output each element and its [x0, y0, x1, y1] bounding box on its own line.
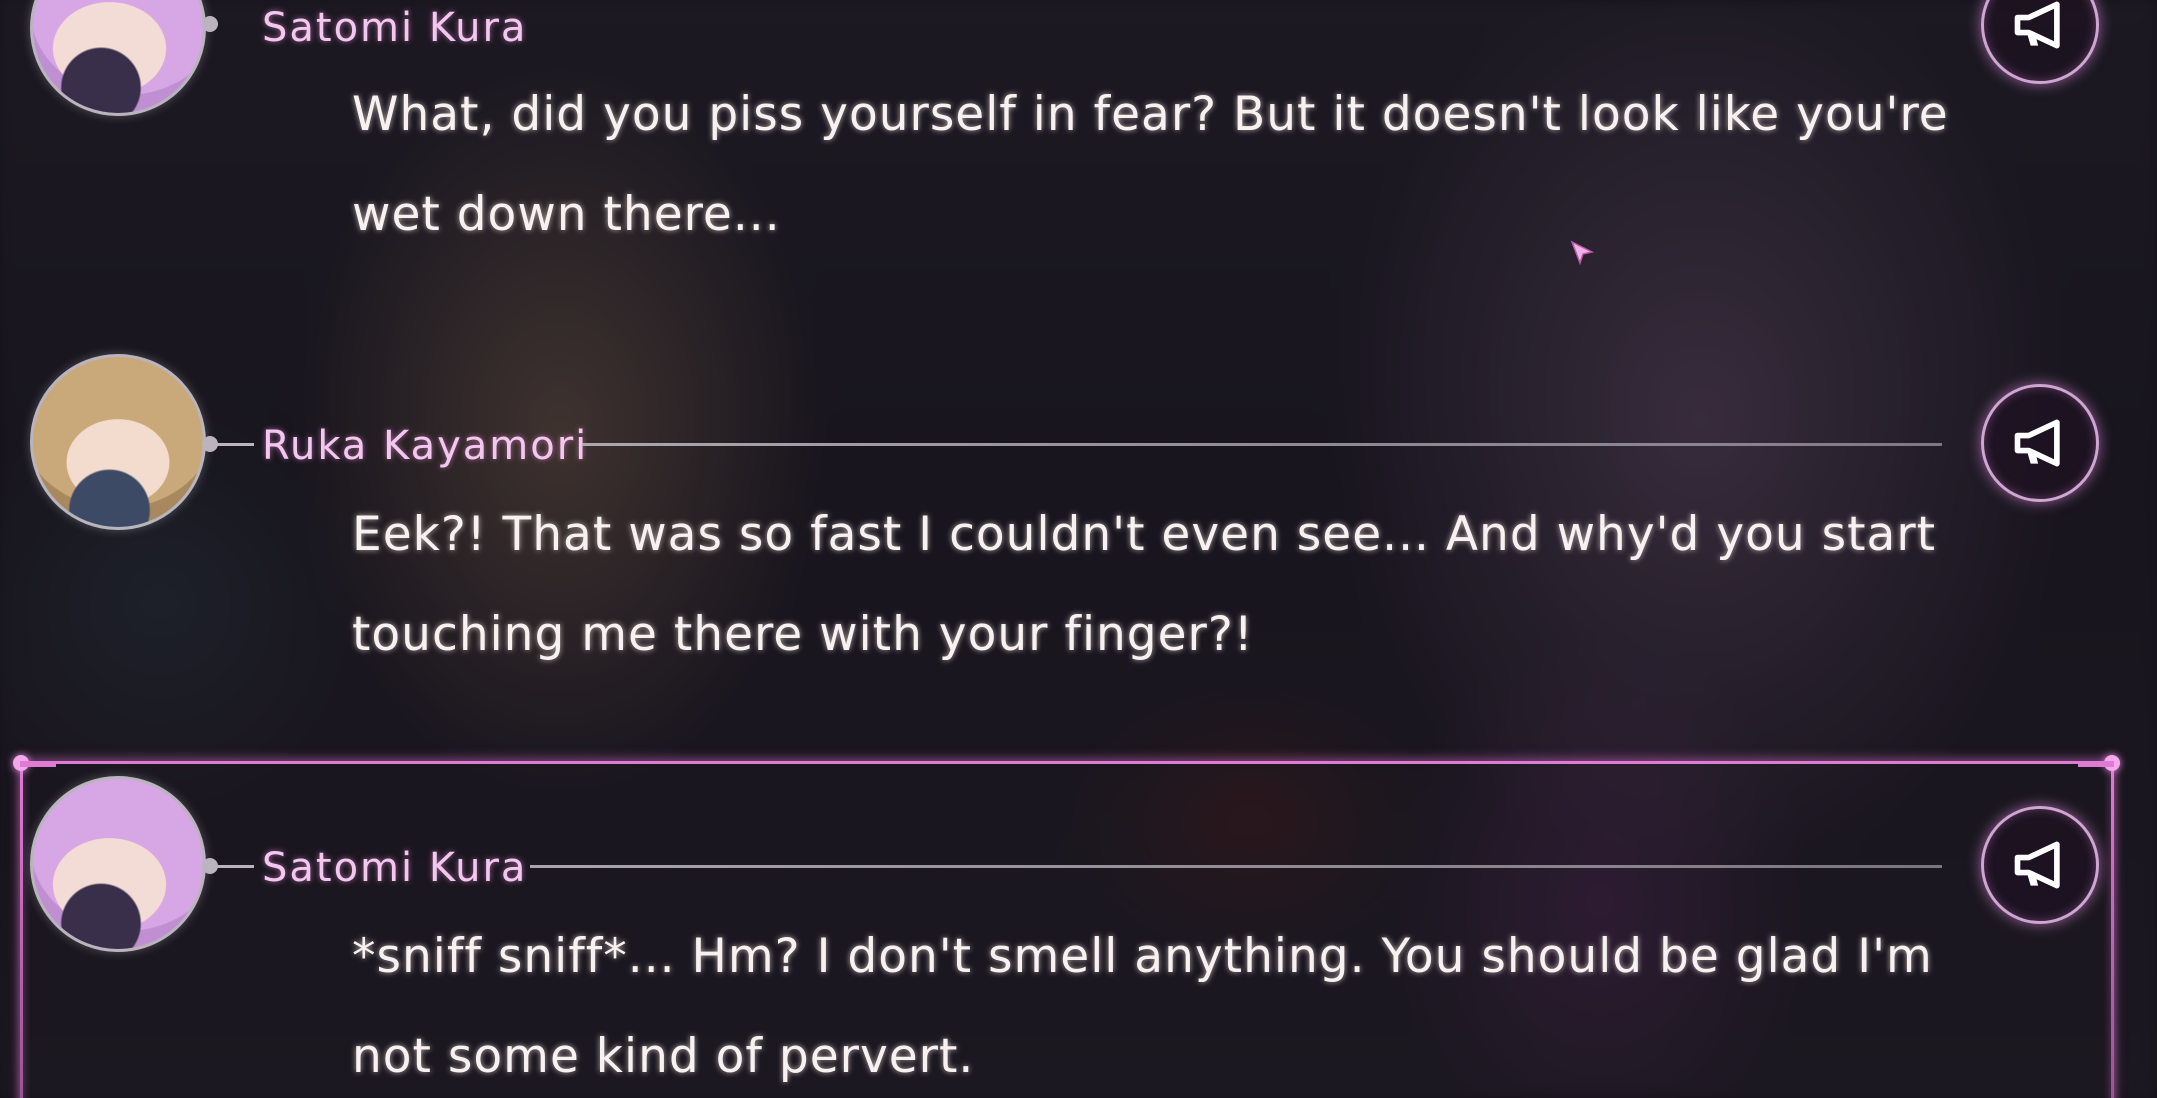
dialogue-text: Eek?! That was so fast I couldn't even s… — [352, 507, 1937, 662]
replay-voice-button[interactable] — [1981, 0, 2099, 84]
selected-frame-corner-tick — [20, 761, 56, 767]
speaker-avatar-satomi — [30, 776, 206, 952]
mouse-cursor-icon — [1570, 240, 1595, 266]
megaphone-icon — [2014, 419, 2060, 467]
log-entry[interactable]: Ruka Kayamori Eek?! That was so fast I c… — [0, 350, 2157, 730]
replay-voice-button[interactable] — [1981, 806, 2099, 924]
replay-voice-button[interactable] — [1981, 384, 2099, 502]
megaphone-icon — [2014, 841, 2060, 889]
dialogue-text: What, did you piss yourself in fear? But… — [352, 87, 1949, 242]
name-leader-line — [216, 865, 254, 868]
speaker-avatar-satomi — [30, 0, 206, 116]
name-leader-line — [216, 443, 254, 446]
speaker-name: Satomi Kura — [262, 5, 528, 51]
speaker-avatar-ruka — [30, 354, 206, 530]
speaker-name: Satomi Kura — [262, 845, 528, 891]
backlog-screen: Satomi Kura What, did you piss yourself … — [0, 0, 2157, 1098]
selected-frame-corner-tick — [2078, 761, 2114, 767]
avatar-connector-dot — [202, 16, 218, 32]
name-divider-line — [530, 865, 1942, 868]
megaphone-icon — [2014, 1, 2060, 49]
speaker-name: Ruka Kayamori — [262, 423, 589, 469]
name-divider-line — [582, 443, 1942, 446]
log-entry-selected[interactable]: Satomi Kura *sniff sniff*... Hm? I don't… — [0, 772, 2157, 1098]
log-entry[interactable]: Satomi Kura What, did you piss yourself … — [0, 0, 2157, 300]
dialogue-text: *sniff sniff*... Hm? I don't smell anyth… — [352, 929, 1933, 1084]
